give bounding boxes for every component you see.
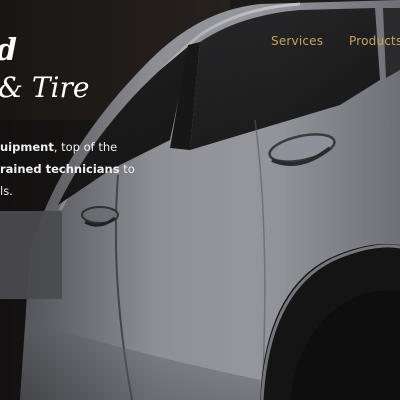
nav-link-services[interactable]: Services	[271, 34, 323, 48]
hero-section: Services Products d & Tire uipment, top …	[0, 0, 400, 400]
tagline-bold-2: rained technicians	[0, 162, 120, 176]
nav-link-products[interactable]: Products	[349, 34, 400, 48]
tagline-text-1: , top of the	[53, 140, 118, 154]
hero-tagline: uipment, top of the rained technicians to…	[0, 136, 180, 202]
cta-panel[interactable]	[0, 211, 62, 299]
brand-title-line2: & Tire	[0, 71, 90, 104]
brand-title-line1: d	[0, 36, 17, 66]
tagline-text-3: ls.	[0, 184, 13, 198]
tagline-bold-1: uipment	[0, 140, 54, 154]
tagline-text-2: to	[119, 162, 135, 176]
